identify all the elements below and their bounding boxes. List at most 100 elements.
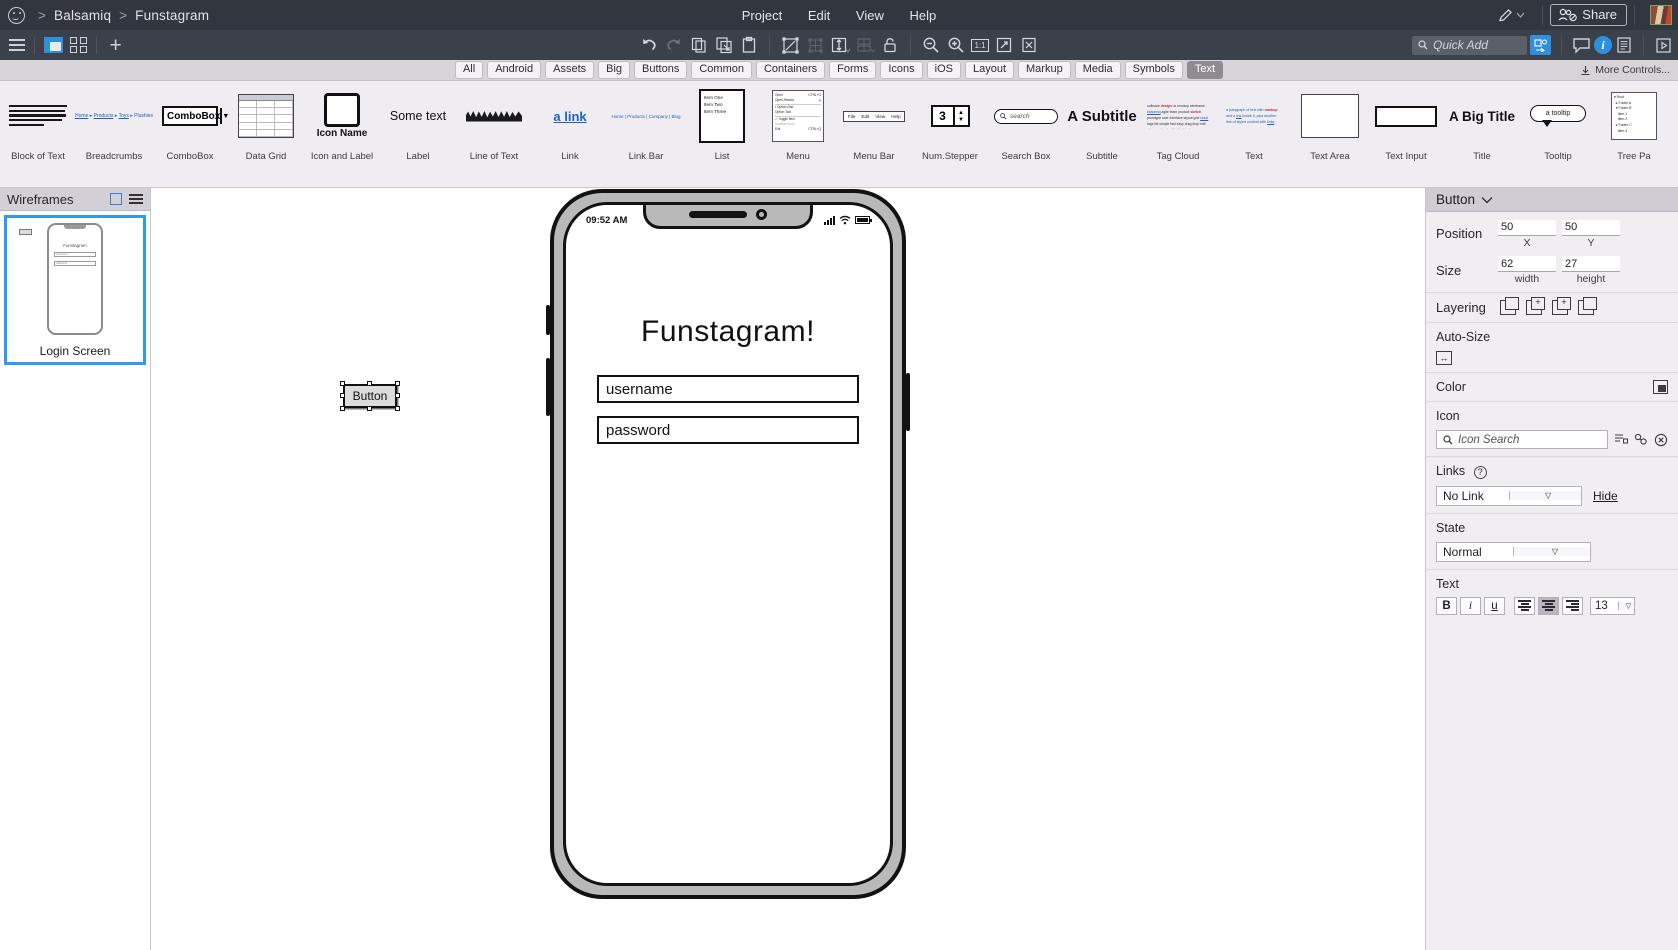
username-field[interactable]: username [597,375,859,403]
size-width-field[interactable]: width [1498,256,1556,285]
palette-item-link-bar[interactable]: Home | Products | Company | Blog Link Bar [608,81,684,187]
palette-item-title[interactable]: A Big Title Title [1444,81,1520,187]
duplicate-icon[interactable] [713,34,735,56]
italic-button[interactable]: i [1460,596,1481,615]
share-button[interactable]: Share [1550,4,1627,26]
position-y-input[interactable] [1562,219,1620,236]
category-tab-containers[interactable]: Containers [755,61,826,79]
sidebar-menu-icon[interactable] [129,194,143,204]
icon-search-input[interactable]: Icon Search [1436,430,1608,449]
font-size-select[interactable]: 13 ▽ [1590,596,1635,615]
resize-handle-s[interactable] [367,406,372,411]
resize-handle-se[interactable] [395,406,400,411]
palette-item-line-of-text[interactable]: Line of Text [456,81,532,187]
hide-link-button[interactable]: Hide [1593,489,1618,503]
palette-item-tooltip[interactable]: a tooltip Tooltip [1520,81,1596,187]
link-select[interactable]: No Link ▽ [1436,485,1582,506]
palette-item-data-grid[interactable]: Data Grid [228,81,304,187]
grid-view-icon[interactable] [70,36,87,54]
resize-handle-sw[interactable] [340,406,345,411]
palette-item-tree-pane[interactable]: ▾ Root ▸ Folder A ▾ Folder B Item 1 Item… [1596,81,1672,187]
palette-item-menu-bar[interactable]: File Edit View Help Menu Bar [836,81,912,187]
alternate-view-icon[interactable] [1530,35,1551,55]
category-tab-forms[interactable]: Forms [829,61,877,79]
paste-icon[interactable] [738,34,760,56]
redo-icon[interactable] [663,34,685,56]
size-width-input[interactable] [1498,256,1556,272]
editor-canvas[interactable]: Button 09:52 AM Funstagram! username pas… [151,188,1425,950]
palette-item-tag-cloud[interactable]: software design ux mockup wireframe bals… [1140,81,1216,187]
menu-help[interactable]: Help [909,8,936,23]
category-tab-android[interactable]: Android [487,61,542,79]
bring-forward-icon[interactable] [1500,297,1519,315]
position-y-field[interactable]: Y [1562,219,1620,249]
category-tab-assets[interactable]: Assets [545,61,595,79]
state-select[interactable]: Normal ▽ [1436,541,1591,562]
align-center-button[interactable] [1538,596,1559,615]
position-x-input[interactable] [1498,219,1556,236]
info-circle-icon[interactable]: i [1594,36,1612,54]
size-height-field[interactable]: height [1562,256,1620,285]
menu-project[interactable]: Project [742,8,782,23]
category-tab-buttons[interactable]: Buttons [634,61,688,79]
breadcrumb-item-balsamiq[interactable]: Balsamiq [54,8,111,23]
palette-item-link[interactable]: a link Link [532,81,608,187]
breadcrumb-item-funstagram[interactable]: Funstagram [135,8,209,23]
clear-icon[interactable] [1654,433,1668,447]
icon-list-icon[interactable] [1614,433,1628,446]
plus-add-icon[interactable]: + [110,35,122,56]
resize-handle-w[interactable] [340,393,345,398]
palette-item-icon-and-label[interactable]: Icon Name Icon and Label [304,81,380,187]
align-left-button[interactable] [1514,596,1535,615]
category-tab-all[interactable]: All [454,61,484,79]
hamburger-menu-icon[interactable] [9,39,25,51]
category-tab-text[interactable]: Text [1186,61,1224,79]
palette-item-num-stepper[interactable]: 3 ▲ ▼ Num.Stepper [912,81,988,187]
group-icon[interactable] [804,34,826,56]
category-tab-symbols[interactable]: Symbols [1124,61,1183,79]
copy-icon[interactable] [688,34,710,56]
help-question-icon[interactable]: ? [1473,465,1487,479]
quick-add-input[interactable]: Quick Add [1412,35,1527,55]
zoom-in-icon[interactable] [945,34,967,56]
icon-shape-icon[interactable] [1634,433,1648,446]
align-icon[interactable] [854,34,876,56]
category-tab-icons[interactable]: Icons [880,61,923,79]
underline-button[interactable]: u [1484,596,1505,615]
button-widget[interactable]: Button [343,384,397,408]
position-x-field[interactable]: X [1498,219,1556,249]
send-to-back-icon[interactable] [1578,297,1597,315]
palette-item-breadcrumbs[interactable]: Home ▸ Products ▸ Toys ▸ Plushies Breadcr… [75,81,153,187]
palette-item-text[interactable]: a paragraph of text with markup and a li… [1216,81,1292,187]
export-icon[interactable] [1018,34,1040,56]
zoom-actual-size-icon[interactable]: 1:1 [970,34,990,56]
category-tab-common[interactable]: Common [691,61,752,79]
wireframe-thumbnail-login-screen[interactable]: Funstagram username password Login Scree… [4,215,146,365]
more-controls-button[interactable]: More Controls... [1580,64,1670,76]
palette-item-menu[interactable]: Open CTRL+O Open Recent ▸ • Option One Option… [760,81,836,187]
palette-item-label[interactable]: Some text Label [380,81,456,187]
zoom-out-icon[interactable] [920,34,942,56]
align-right-button[interactable] [1562,596,1583,615]
pencil-edit-icon[interactable] [1487,7,1535,24]
resize-handle-e[interactable] [395,393,400,398]
send-backward-icon[interactable] [1552,297,1571,315]
category-tab-markup[interactable]: Markup [1018,61,1071,79]
color-swatch-icon[interactable] [1653,380,1668,394]
select-all-icon[interactable] [779,34,801,56]
avatar[interactable] [1650,5,1672,25]
properties-title-bar[interactable]: Button [1426,188,1678,212]
comment-bubble-icon[interactable] [1572,37,1591,54]
size-height-input[interactable] [1562,256,1620,272]
fullscreen-icon[interactable] [993,34,1015,56]
new-wireframe-icon[interactable] [110,193,122,205]
resize-icon[interactable] [829,34,851,56]
auto-size-icon[interactable]: ↔ [1436,351,1452,365]
palette-item-subtitle[interactable]: A Subtitle Subtitle [1064,81,1140,187]
palette-item-text-area[interactable]: Text Area [1292,81,1368,187]
bring-to-front-icon[interactable] [1526,297,1545,315]
menu-view[interactable]: View [856,8,884,23]
play-preview-icon[interactable] [1654,37,1673,54]
resize-handle-nw[interactable] [340,381,345,386]
resize-handle-n[interactable] [367,381,372,386]
